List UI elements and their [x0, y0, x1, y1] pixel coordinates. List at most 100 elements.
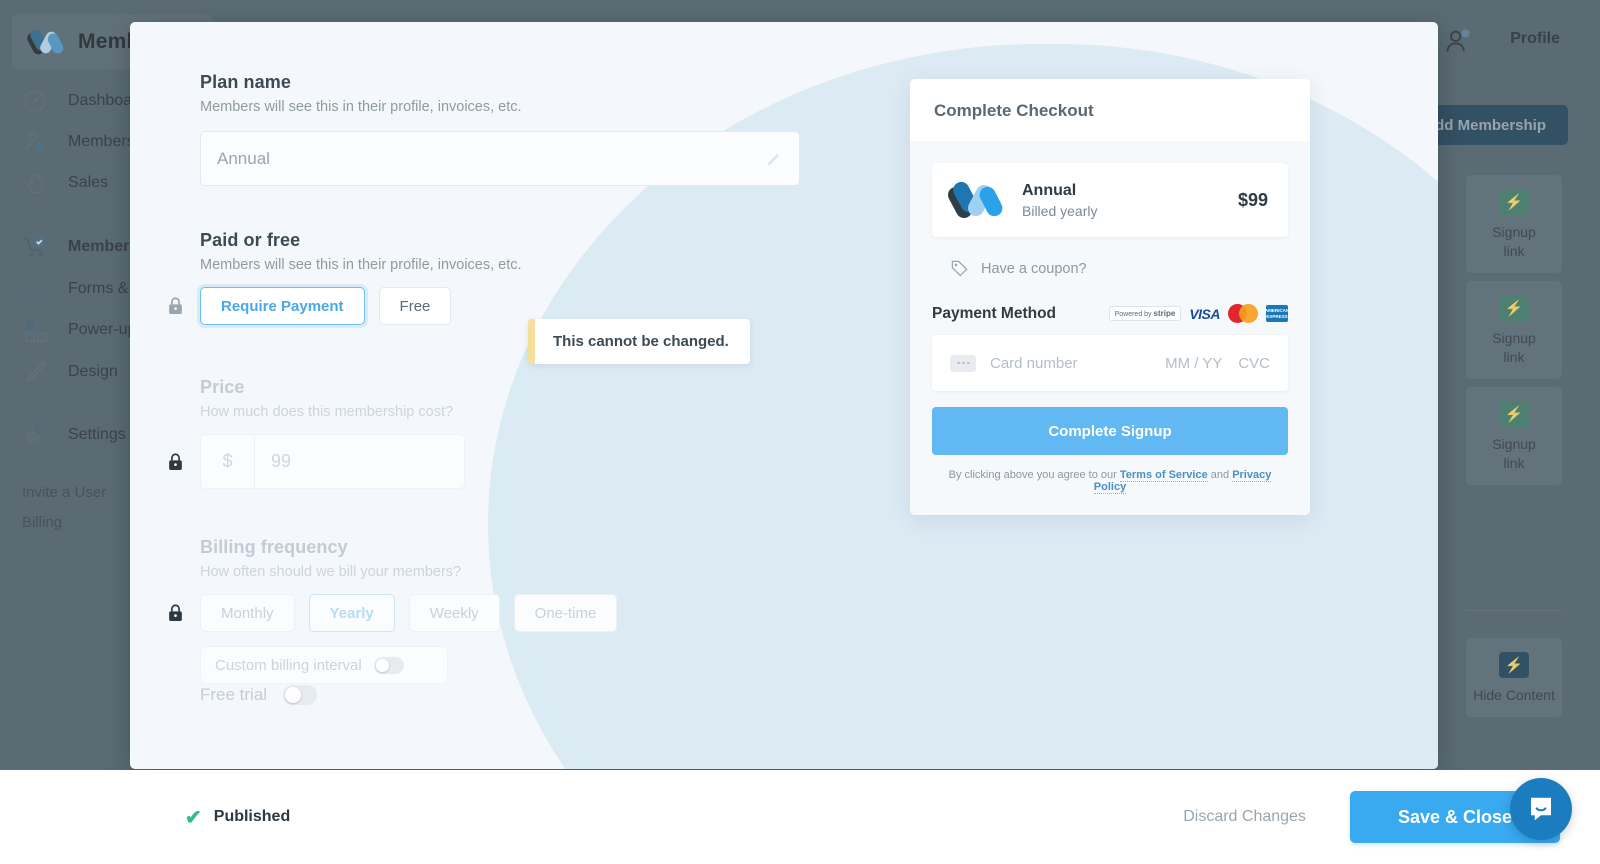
checkout-plan-billing: Billed yearly — [1022, 202, 1098, 219]
signup-link-card[interactable]: ⚡ Signup link — [1466, 175, 1562, 273]
chat-bubble-icon — [1531, 797, 1551, 821]
plan-name-input[interactable]: Annual — [200, 131, 800, 186]
card-number-placeholder: Card number — [990, 354, 1078, 372]
plan-name-title: Plan name — [200, 72, 291, 92]
modal-footer: ✔ Published Discard Changes Save & Close — [0, 770, 1600, 864]
status-label: Published — [213, 808, 291, 825]
plan-name-field: Plan name Members will see this in their… — [200, 72, 800, 186]
coupon-link[interactable]: Have a coupon? — [932, 259, 1288, 278]
membership-form: Plan name Members will see this in their… — [169, 72, 800, 684]
stripe-badge: Powered by stripe — [1108, 306, 1182, 321]
terms-of-service-link[interactable]: Terms of Service — [1119, 469, 1208, 482]
hide-content-card[interactable]: ⚡ Hide Content — [1466, 638, 1562, 717]
price-input[interactable]: 99 — [255, 434, 465, 489]
tag-icon — [951, 260, 968, 277]
option-yearly[interactable]: Yearly — [308, 594, 395, 632]
billing-frequency-field: Billing frequency How often should we bi… — [169, 537, 800, 684]
gears-icon — [26, 425, 44, 444]
visa-icon: VISA — [1189, 305, 1220, 322]
paid-or-free-subtitle: Members will see this in their profile, … — [200, 257, 522, 273]
signup-link-label: Signup link — [1492, 436, 1536, 471]
legal-and: and — [1207, 469, 1233, 481]
discard-changes-button[interactable]: Discard Changes — [1167, 798, 1322, 836]
card-expiry-placeholder: MM / YY — [1165, 354, 1223, 372]
complete-signup-button[interactable]: Complete Signup — [932, 407, 1288, 455]
option-free[interactable]: Free — [378, 287, 452, 325]
checkout-plan-name: Annual — [1022, 181, 1077, 199]
intercom-chat-button[interactable] — [1510, 778, 1572, 840]
checkout-header: Complete Checkout — [910, 79, 1310, 141]
member-search-icon — [25, 132, 44, 151]
price-subtitle: How much does this membership cost? — [200, 404, 454, 420]
membership-m-logo — [945, 179, 1006, 221]
option-one-time[interactable]: One-time — [513, 594, 618, 632]
signup-link-label: Signup link — [1492, 330, 1536, 365]
legal-text: By clicking above you agree to our Terms… — [932, 469, 1288, 494]
custom-billing-interval-toggle[interactable] — [373, 656, 404, 674]
paid-or-free-field: Paid or free Members will see this in th… — [169, 230, 800, 325]
card-cvc-placeholder: CVC — [1238, 354, 1270, 372]
payment-method-label: Payment Method — [932, 304, 1057, 322]
speedometer-icon — [24, 90, 46, 112]
card-icon — [950, 354, 976, 372]
sidebar-label: Sales — [68, 174, 109, 191]
plan-name-subtitle: Members will see this in their profile, … — [200, 99, 522, 115]
option-monthly[interactable]: Monthly — [200, 594, 295, 632]
sidebar-label: Invite a User — [22, 484, 107, 501]
price-title: Price — [200, 377, 245, 397]
sidebar-item-design[interactable]: Design — [22, 359, 118, 385]
signup-link-card[interactable]: ⚡ Signup link — [1466, 281, 1562, 379]
signup-link-card[interactable]: ⚡ Signup link — [1466, 387, 1562, 485]
blocks-icon — [25, 320, 47, 342]
free-trial-toggle[interactable] — [283, 685, 318, 705]
hide-content-label: Hide Content — [1473, 687, 1555, 703]
checkout-heading: Complete Checkout — [934, 101, 1094, 120]
sidebar-divider — [1466, 610, 1562, 611]
lock-icon — [169, 297, 182, 314]
cannot-be-changed-tooltip: This cannot be changed. — [528, 319, 750, 364]
stripe-pre: Powered by — [1114, 311, 1152, 318]
sidebar-item-dashboard[interactable]: Dashboard — [22, 88, 146, 114]
sidebar-item-invite-user[interactable]: Invite a User — [22, 484, 106, 501]
status-badge: ✔ Published — [185, 805, 290, 830]
custom-billing-interval-row[interactable]: Custom billing interval — [200, 646, 448, 684]
bolt-icon: ⚡ — [1499, 189, 1529, 215]
currency-symbol: $ — [200, 434, 255, 489]
sidebar-item-billing[interactable]: Billing — [22, 514, 62, 531]
sidebar-label: Settings — [68, 426, 126, 443]
cart-check-icon — [24, 236, 45, 257]
sidebar-label: Billing — [22, 514, 63, 531]
membership-m-logo — [25, 27, 66, 56]
card-brand-logos: Powered by stripe VISA AMERICAN EXPRESS — [1108, 304, 1289, 323]
sidebar-label: Design — [68, 363, 118, 380]
profile-label[interactable]: Profile — [1510, 30, 1560, 48]
mastercard-icon — [1228, 304, 1258, 323]
check-icon: ✔ — [185, 806, 202, 829]
bolt-icon: ⚡ — [1499, 652, 1529, 678]
bolt-icon: ⚡ — [1499, 401, 1529, 427]
tooltip-text: This cannot be changed. — [553, 333, 729, 350]
profile-avatar-icon[interactable] — [1444, 27, 1472, 55]
card-input-row[interactable]: Card number MM / YY CVC — [932, 335, 1288, 391]
custom-billing-interval-label: Custom billing interval — [215, 656, 362, 674]
option-require-payment[interactable]: Require Payment — [200, 287, 365, 325]
hand-click-icon — [26, 173, 44, 194]
option-weekly[interactable]: Weekly — [408, 594, 500, 632]
pencil-icon[interactable] — [765, 152, 781, 168]
billing-frequency-options: Monthly Yearly Weekly One-time — [200, 594, 800, 632]
billing-frequency-subtitle: How often should we bill your members? — [200, 564, 462, 580]
stripe-name: stripe — [1153, 309, 1176, 318]
sidebar-item-members[interactable]: Members — [22, 129, 135, 155]
free-trial-row[interactable]: Free trial — [200, 685, 318, 705]
sidebar-item-sales[interactable]: Sales › — [22, 170, 138, 196]
plan-name-value: Annual — [217, 148, 270, 168]
checkout-body: Annual Billed yearly $99 Have a coupon? … — [910, 141, 1310, 515]
sidebar-label: Members — [68, 133, 135, 150]
sidebar-item-settings[interactable]: Settings — [22, 422, 126, 448]
lock-icon — [169, 452, 182, 470]
checkout-plan-card: Annual Billed yearly $99 — [932, 163, 1288, 237]
free-trial-label: Free trial — [200, 685, 268, 704]
checkout-preview-card: Complete Checkout Annual Billed yearly $… — [910, 79, 1310, 515]
sidebar-item-powerups[interactable]: Power-ups — [22, 317, 144, 343]
price-input-group: $ 99 — [200, 434, 800, 489]
